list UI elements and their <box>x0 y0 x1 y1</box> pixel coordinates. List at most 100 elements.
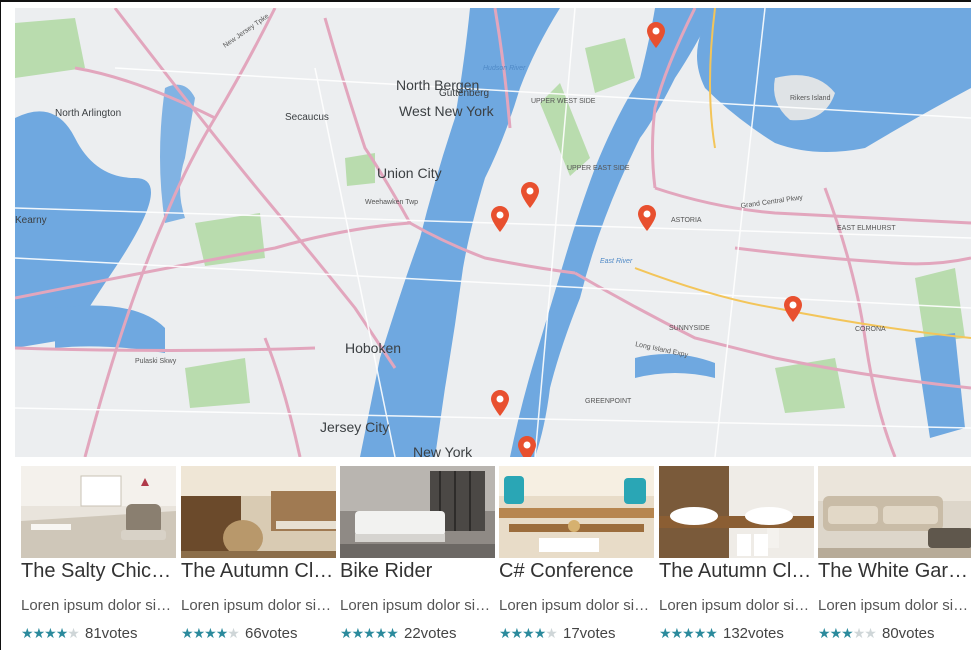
place-card[interactable]: The Autumn Cl… Loren ipsum dolor si… ★★★… <box>653 461 814 646</box>
place-title[interactable]: The Autumn Cl… <box>181 560 341 583</box>
map-label: ASTORIA <box>671 217 702 224</box>
map-label: Hoboken <box>345 340 401 356</box>
map-label: Rikers Island <box>790 95 831 102</box>
place-photo[interactable] <box>340 466 495 558</box>
star-icon: ★ <box>215 625 229 641</box>
place-photo[interactable] <box>21 466 176 558</box>
map-label: EAST ELMHURST <box>837 225 896 232</box>
star-icon: ★ <box>533 625 547 641</box>
place-rating: ★★★★★ 66votes <box>181 625 298 642</box>
star-icon: ★ <box>682 625 695 641</box>
star-icon: ★ <box>181 625 194 641</box>
place-photo[interactable] <box>181 466 336 558</box>
place-rating: ★★★★★ 81votes <box>21 625 138 642</box>
map-label: UPPER EAST SIDE <box>567 165 630 172</box>
star-icon: ★ <box>829 625 843 641</box>
map-label: GREENPOINT <box>585 398 632 405</box>
place-title[interactable]: The Salty Chick… <box>21 560 181 583</box>
star-icon: ★ <box>351 625 365 641</box>
star-icon: ★ <box>818 625 831 641</box>
star-icon: ★ <box>841 625 854 641</box>
votes-label: votes <box>579 625 616 642</box>
place-description: Loren ipsum dolor si… <box>659 597 810 614</box>
star-icon: ★ <box>55 625 69 641</box>
place-card[interactable]: C# Conference Loren ipsum dolor si… ★★★★… <box>493 461 654 646</box>
votes-label: votes <box>898 625 935 642</box>
star-icon: ★ <box>192 625 206 641</box>
star-icon: ★ <box>510 625 524 641</box>
left-border <box>0 0 1 650</box>
map-label: Hudson River <box>483 65 526 72</box>
star-rating: ★★★★★ <box>659 625 718 642</box>
star-icon: ★ <box>670 625 684 641</box>
star-icon: ★ <box>864 625 877 641</box>
map-label: Weehawken Twp <box>365 199 418 206</box>
vote-count: 132 <box>722 625 749 642</box>
map-label: UPPER WEST SIDE <box>531 98 596 105</box>
map-label: Kearny <box>15 215 47 226</box>
votes-label: votes <box>261 625 298 642</box>
star-icon: ★ <box>67 625 80 641</box>
map-label: East River <box>600 258 633 265</box>
map-label: New York <box>413 444 473 457</box>
city-map[interactable]: North Bergen West New York Union City Se… <box>15 8 971 457</box>
map-label: West New York <box>399 103 495 119</box>
map-label: SUNNYSIDE <box>669 325 710 332</box>
place-photo[interactable] <box>818 466 971 558</box>
star-icon: ★ <box>852 625 866 641</box>
place-rating: ★★★★★ 80votes <box>818 625 935 642</box>
place-card[interactable]: The Autumn Cl… Loren ipsum dolor si… ★★★… <box>175 461 336 646</box>
star-icon: ★ <box>363 625 376 641</box>
star-icon: ★ <box>340 625 353 641</box>
place-card[interactable]: The Salty Chick… Loren ipsum dolor si… ★… <box>15 461 181 646</box>
star-icon: ★ <box>21 625 34 641</box>
place-photo[interactable] <box>659 466 814 558</box>
star-rating: ★★★★★ <box>21 625 80 642</box>
vote-count: 22 <box>403 625 421 642</box>
star-icon: ★ <box>227 625 240 641</box>
place-title[interactable]: Bike Rider <box>340 560 500 583</box>
place-title[interactable]: The White Gard… <box>818 560 971 583</box>
vote-count: 81 <box>84 625 102 642</box>
place-description: Loren ipsum dolor si… <box>181 597 332 614</box>
map-canvas[interactable]: North Bergen West New York Union City Se… <box>15 8 971 457</box>
star-rating: ★★★★★ <box>340 625 399 642</box>
vote-count: 17 <box>562 625 580 642</box>
votes-label: votes <box>420 625 457 642</box>
map-label: Jersey City <box>320 419 389 435</box>
top-border <box>0 0 971 2</box>
star-icon: ★ <box>204 625 217 641</box>
place-description: Loren ipsum dolor si… <box>21 597 172 614</box>
star-icon: ★ <box>545 625 558 641</box>
map-label: Union City <box>377 165 442 181</box>
place-card[interactable]: Bike Rider Loren ipsum dolor si… ★★★★★ 2… <box>334 461 495 646</box>
place-photo[interactable] <box>499 466 654 558</box>
star-icon: ★ <box>693 625 707 641</box>
star-icon: ★ <box>44 625 57 641</box>
place-description: Loren ipsum dolor si… <box>499 597 650 614</box>
star-icon: ★ <box>659 625 672 641</box>
votes-label: votes <box>101 625 138 642</box>
star-icon: ★ <box>705 625 718 641</box>
star-icon: ★ <box>522 625 535 641</box>
map-label: Secaucus <box>285 112 329 123</box>
star-icon: ★ <box>374 625 388 641</box>
star-rating: ★★★★★ <box>499 625 558 642</box>
star-icon: ★ <box>386 625 399 641</box>
place-card[interactable]: The White Gard… Loren ipsum dolor si… ★★… <box>812 461 971 646</box>
map-label: North Arlington <box>55 108 121 119</box>
place-rating: ★★★★★ 22votes <box>340 625 457 642</box>
place-description: Loren ipsum dolor si… <box>340 597 491 614</box>
star-icon: ★ <box>32 625 46 641</box>
place-rating: ★★★★★ 17votes <box>499 625 616 642</box>
star-icon: ★ <box>499 625 512 641</box>
place-cards-carousel[interactable]: The Salty Chick… Loren ipsum dolor si… ★… <box>15 461 971 650</box>
place-rating: ★★★★★ 132votes <box>659 625 784 642</box>
map-label: Pulaski Skwy <box>135 358 177 365</box>
map-label: Guttenberg <box>439 88 489 99</box>
votes-label: votes <box>748 625 784 642</box>
place-title[interactable]: C# Conference <box>499 560 659 583</box>
place-title[interactable]: The Autumn Cl… <box>659 560 819 583</box>
star-rating: ★★★★★ <box>181 625 240 642</box>
map-label: CORONA <box>855 326 886 333</box>
